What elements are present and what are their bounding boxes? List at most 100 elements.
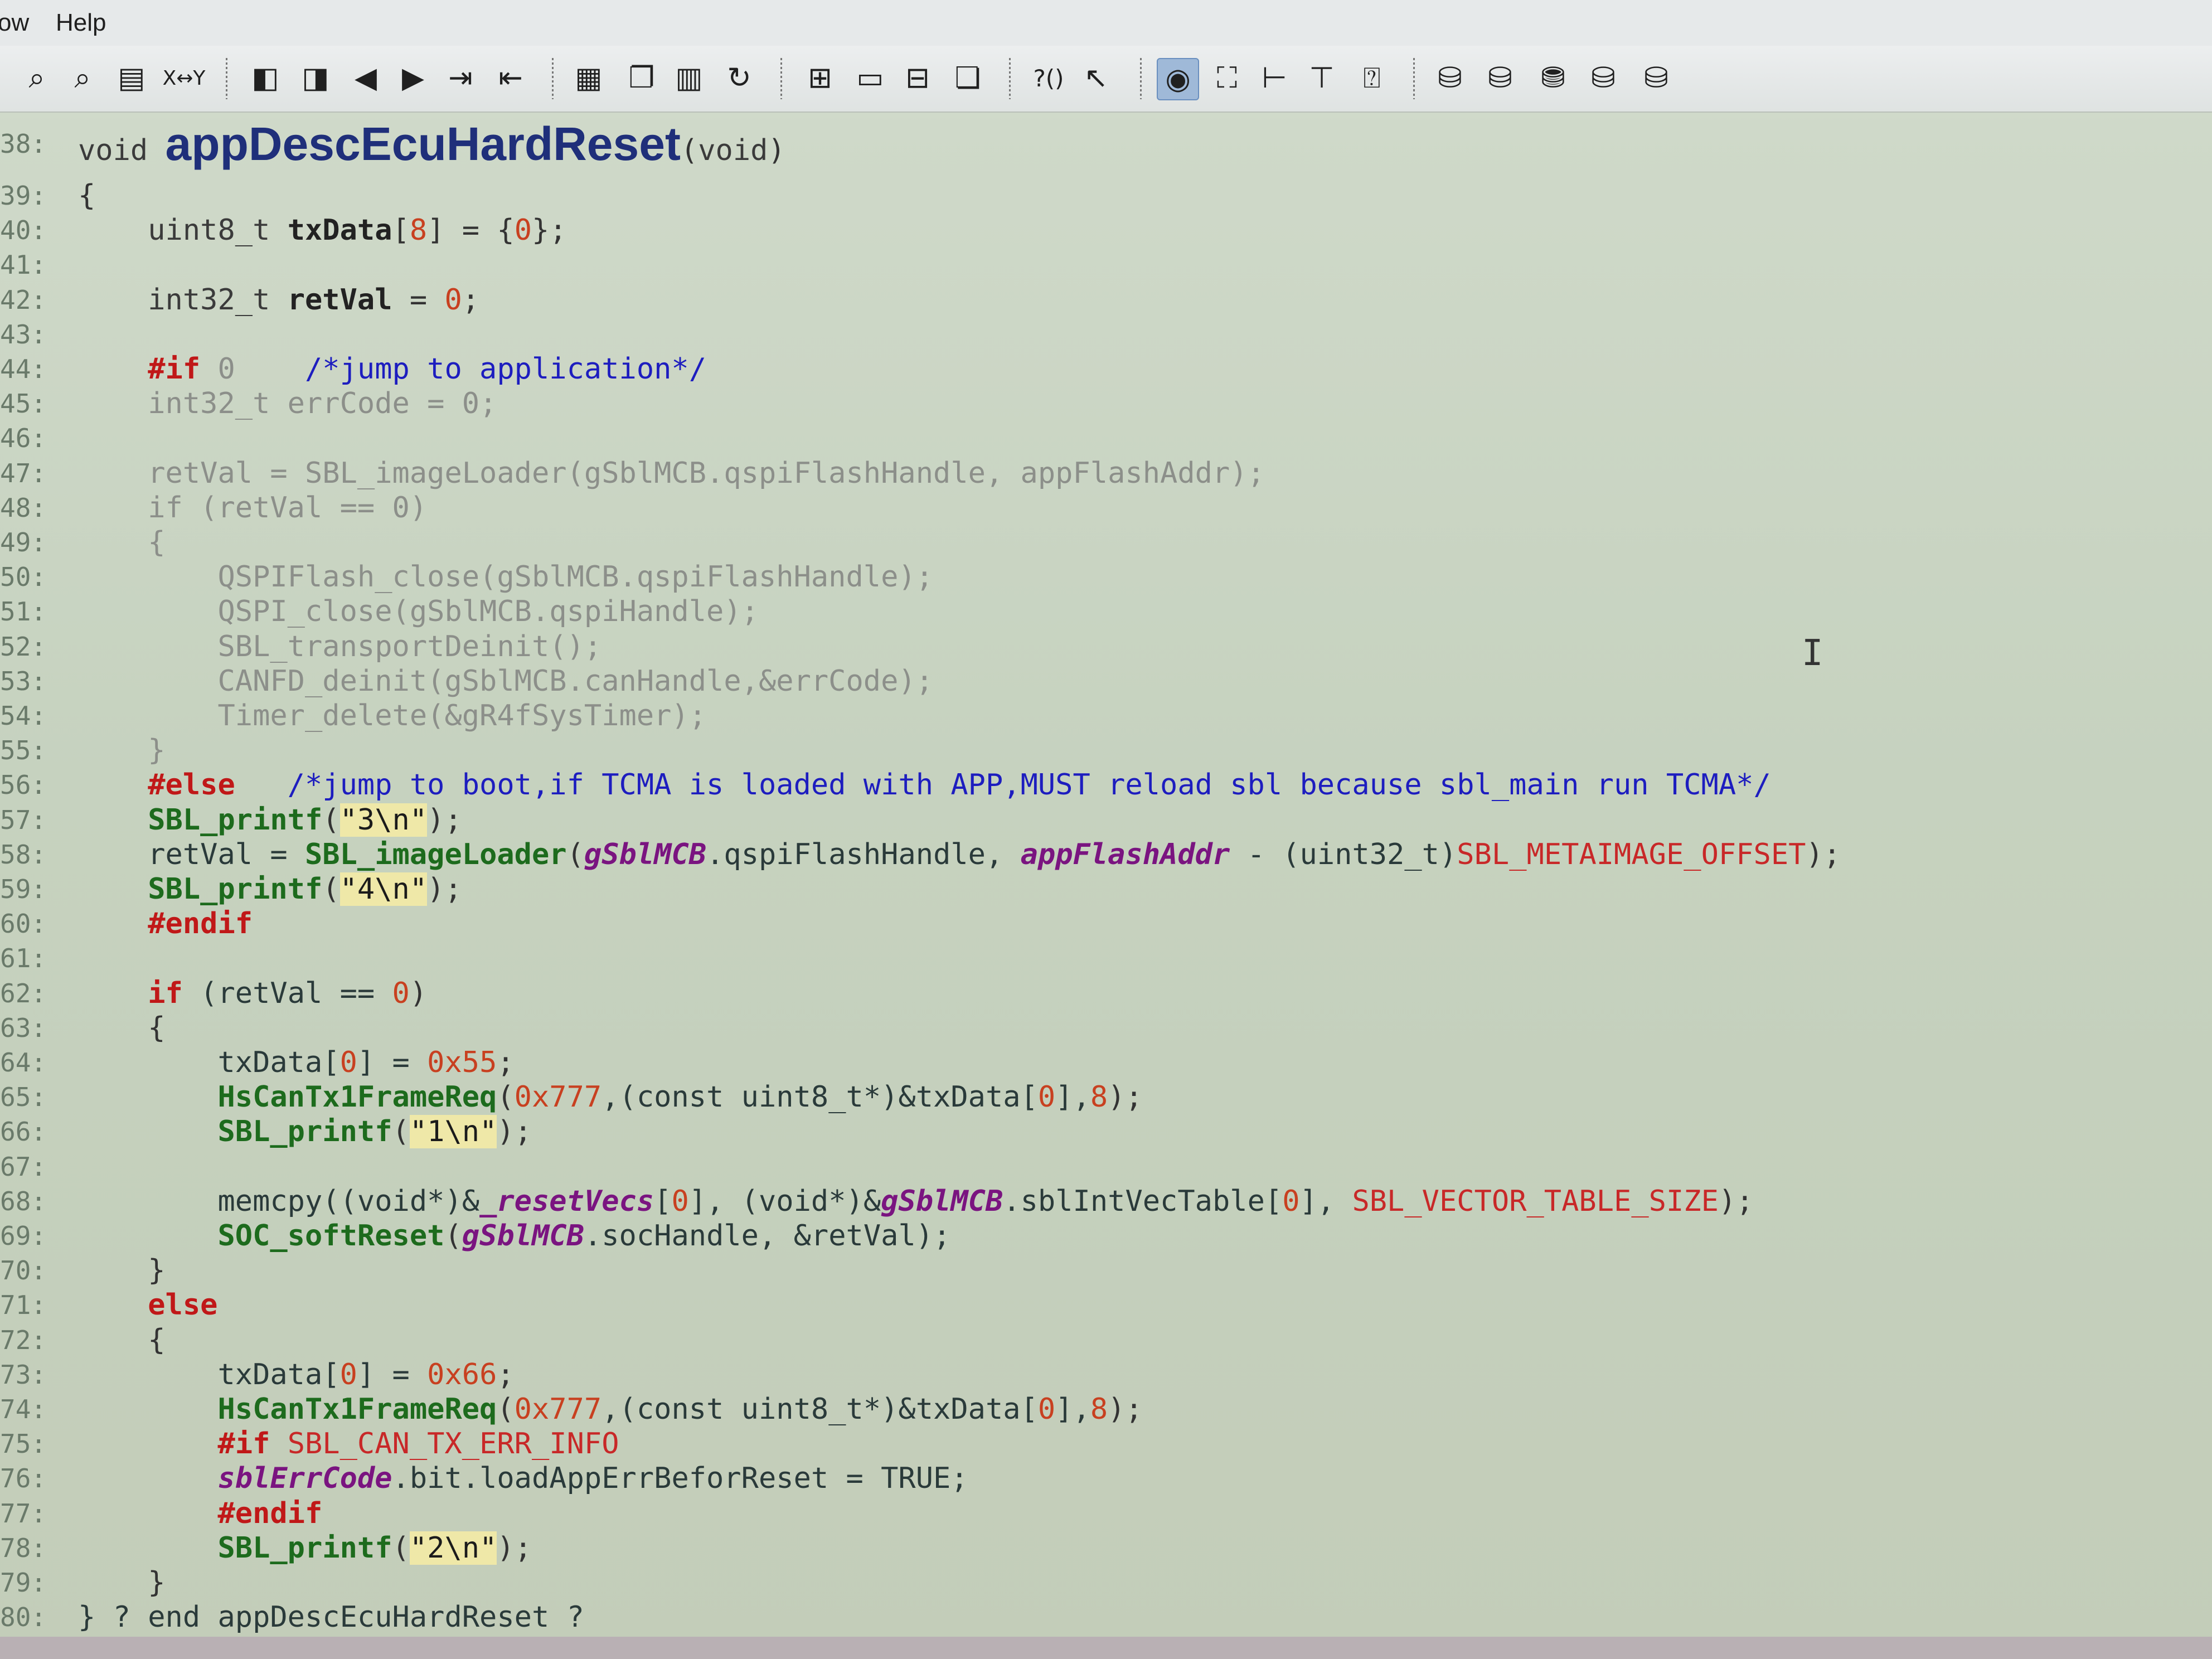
code-line[interactable]: 56: #else /*jump to boot,if TCMA is load… [0, 768, 2212, 802]
code-line[interactable]: 42: int32_t retVal = 0; [0, 283, 2212, 317]
code-token: .bit.loadAppErrBeforReset = TRUE; [392, 1462, 968, 1496]
tree-icon[interactable]: ⊢ [1254, 58, 1294, 98]
code-token: appFlashAddr [1020, 837, 1230, 871]
binoculars-icon[interactable]: ⌕ [17, 58, 57, 98]
help-box-icon[interactable]: ⍰ [1352, 58, 1392, 98]
code-line[interactable]: 49: { [0, 525, 2212, 560]
indent-icon[interactable]: ⇥ [440, 58, 481, 98]
code-line[interactable]: 75: #if SBL_CAN_TX_ERR_INFO [0, 1427, 2212, 1461]
window-icon[interactable]: ▭ [850, 58, 890, 98]
help-paren-icon[interactable]: ?() [1029, 58, 1069, 98]
code-line[interactable]: 68: memcpy((void*)&_resetVecs[0], (void*… [0, 1184, 2212, 1219]
code-line[interactable]: 59: SBL_printf("4\n"); [0, 872, 2212, 906]
menu-help[interactable]: Help [56, 9, 106, 37]
redo-icon[interactable]: ↻ [719, 58, 759, 98]
image-select-icon[interactable]: ⛶ [1207, 58, 1247, 98]
code-line[interactable]: 78: SBL_printf("2\n"); [0, 1531, 2212, 1565]
code-line[interactable]: 45: int32_t errCode = 0; [0, 386, 2212, 421]
book-icon[interactable]: ▥ [669, 58, 709, 98]
code-line[interactable]: 70: } [0, 1253, 2212, 1288]
db-1-icon[interactable]: ⛁ [1430, 58, 1470, 98]
lock-icon[interactable]: ▦ [569, 58, 609, 98]
binoculars-2-icon[interactable]: ⌕ [62, 58, 103, 98]
code-text: txData[0] = 0x66; [78, 1357, 514, 1392]
outdent-icon[interactable]: ⇤ [491, 58, 531, 98]
code-line[interactable]: 52: SBL_transportDeinit(); [0, 629, 2212, 664]
code-line[interactable]: 79: } [0, 1565, 2212, 1600]
code-line[interactable]: 48: if (retVal == 0) [0, 491, 2212, 525]
code-token: /*jump to application*/ [235, 352, 707, 386]
code-text: } [78, 733, 165, 768]
code-token: HsCanTx1FrameReq [78, 1080, 497, 1114]
hierarchy-icon[interactable]: ⊤ [1302, 58, 1342, 98]
code-line[interactable]: 73: txData[0] = 0x66; [0, 1357, 2212, 1392]
code-line[interactable]: 38: void appDescEcuHardReset(void) [0, 116, 2212, 172]
code-line[interactable]: 53: CANFD_deinit(gSblMCB.canHandle,&errC… [0, 664, 2212, 698]
find-in-files-icon[interactable]: ▤ [111, 58, 152, 98]
copy-icon[interactable]: ❐ [622, 58, 662, 98]
code-token: SBL_printf [78, 1115, 392, 1149]
forward-arrow-icon[interactable]: ▶ [393, 58, 433, 98]
code-line[interactable]: 66: SBL_printf("1\n"); [0, 1114, 2212, 1149]
code-line[interactable]: 39: { [0, 178, 2212, 213]
bookmark-next-icon[interactable]: ◨ [295, 58, 336, 98]
code-line[interactable]: 50: QSPIFlash_close(gSblMCB.qspiFlashHan… [0, 560, 2212, 594]
eye-icon[interactable]: ◉ [1157, 58, 1199, 100]
code-line[interactable]: 71: else [0, 1288, 2212, 1322]
code-text: Timer_delete(&gR4fSysTimer); [78, 698, 706, 733]
code-line[interactable]: 76: sblErrCode.bit.loadAppErrBeforReset … [0, 1461, 2212, 1496]
code-line[interactable]: 55: } [0, 733, 2212, 768]
code-token: ], [1055, 1393, 1090, 1426]
code-line[interactable]: 61: [0, 941, 2212, 976]
code-line[interactable]: 46: [0, 421, 2212, 455]
db-4-icon[interactable]: ⛁ [1583, 58, 1623, 98]
line-number: 54: [0, 701, 47, 731]
code-token: } [78, 1566, 166, 1599]
code-line[interactable]: 63: { [0, 1011, 2212, 1045]
code-token: retVal = SBL_imageLoader(gSblMCB.qspiFla… [78, 456, 1265, 490]
code-line[interactable]: 58: retVal = SBL_imageLoader(gSblMCB.qsp… [0, 837, 2212, 872]
cascade-icon[interactable]: ❏ [948, 58, 988, 98]
code-line[interactable]: 80:} ? end appDescEcuHardReset ? [0, 1600, 2212, 1634]
code-token: 0 [514, 214, 532, 248]
grid-icon[interactable]: ⊞ [800, 58, 840, 98]
line-number: 69: [0, 1221, 47, 1251]
code-line[interactable]: 65: HsCanTx1FrameReq(0x777,(const uint8_… [0, 1080, 2212, 1114]
menu-window[interactable]: ow [0, 9, 29, 37]
code-token: ( [497, 1393, 515, 1426]
toolbar-separator [1009, 58, 1011, 99]
code-line[interactable]: 77: #endif [0, 1496, 2212, 1531]
code-line[interactable]: 74: HsCanTx1FrameReq(0x777,(const uint8_… [0, 1392, 2212, 1427]
window-split-icon[interactable]: ⊟ [898, 58, 938, 98]
code-token: void [78, 134, 166, 167]
code-editor[interactable]: 38: void appDescEcuHardReset(void) 39:{40:… [0, 111, 2212, 1659]
code-line[interactable]: 54: Timer_delete(&gR4fSysTimer); [0, 698, 2212, 733]
code-line[interactable]: 47: retVal = SBL_imageLoader(gSblMCB.qsp… [0, 456, 2212, 491]
code-token: ( [392, 1531, 410, 1565]
code-token: Timer_delete(&gR4fSysTimer); [78, 699, 707, 733]
code-line[interactable]: 67: [0, 1149, 2212, 1184]
code-line[interactable]: 44: #if 0 /*jump to application*/ [0, 352, 2212, 386]
code-line[interactable]: 51: QSPI_close(gSblMCB.qspiHandle); [0, 594, 2212, 629]
code-line[interactable]: 64: txData[0] = 0x55; [0, 1045, 2212, 1080]
code-token: = [392, 283, 445, 317]
bookmark-prev-icon[interactable]: ◧ [245, 58, 285, 98]
code-line[interactable]: 43: [0, 317, 2212, 352]
replace-icon[interactable]: X↔Y [159, 58, 209, 98]
db-2-icon[interactable]: ⛁ [1480, 58, 1520, 98]
code-line[interactable]: 72: { [0, 1323, 2212, 1357]
code-line[interactable]: 57: SBL_printf("3\n"); [0, 803, 2212, 837]
code-token: }; [532, 214, 567, 248]
db-3-icon[interactable]: ⛃ [1533, 58, 1573, 98]
code-line[interactable]: 69: SOC_softReset(gSblMCB.socHandle, &re… [0, 1219, 2212, 1253]
code-line[interactable]: 62: if (retVal == 0) [0, 976, 2212, 1011]
db-5-icon[interactable]: ⛁ [1636, 58, 1676, 98]
help-cursor-icon[interactable]: ↖ [1076, 58, 1116, 98]
line-number: 46: [0, 423, 47, 454]
back-arrow-icon[interactable]: ◀ [346, 58, 386, 98]
line-number: 61: [0, 943, 47, 974]
code-line[interactable]: 41: [0, 248, 2212, 282]
code-line[interactable]: 40: uint8_t txData[8] = {0}; [0, 213, 2212, 248]
line-number: 65: [0, 1082, 47, 1113]
code-line[interactable]: 60: #endif [0, 906, 2212, 941]
